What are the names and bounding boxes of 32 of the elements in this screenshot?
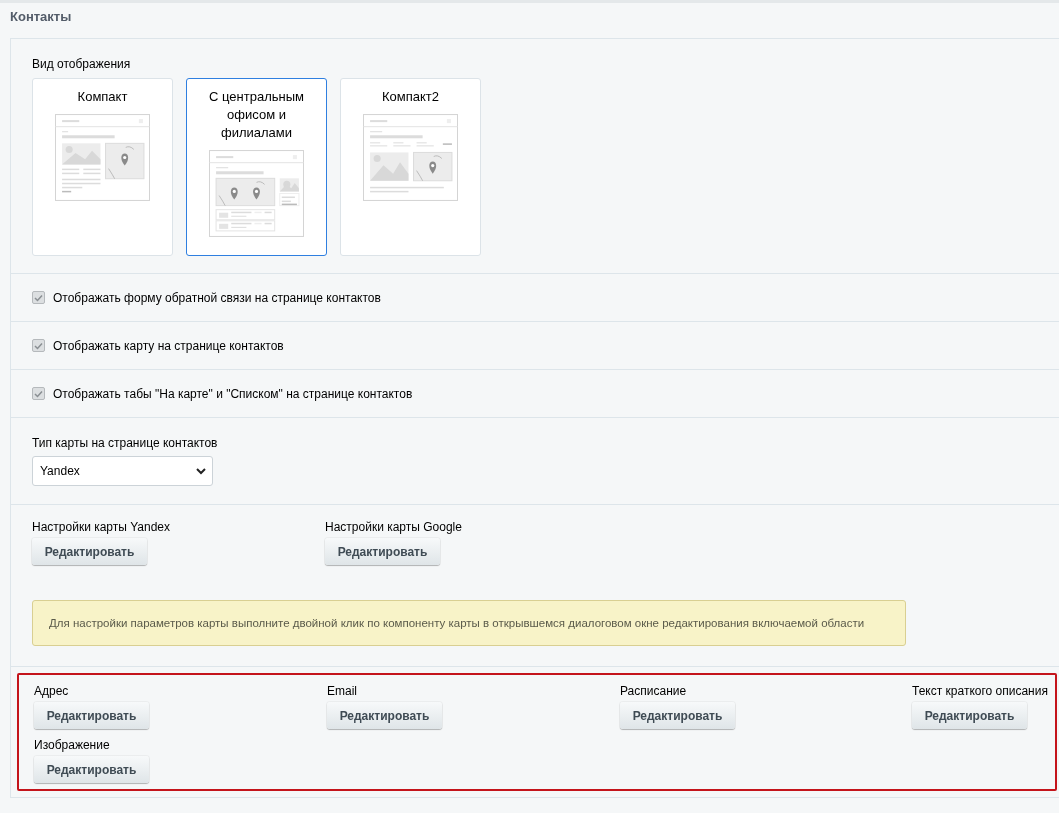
map-type-dropdown[interactable]: Yandex: [32, 456, 213, 486]
info-notice: Для настройки параметров карты выполните двойной клик по компоненту карты в открывшемся диалоговом окне редактирования включаемой области: [32, 600, 906, 646]
edit-button[interactable]: Редактировать: [912, 702, 1027, 729]
layout-option-card[interactable]: Компакт: [32, 78, 173, 256]
card-title: С центральным офисом и филиалами: [208, 88, 305, 142]
field-label: Расписание: [620, 684, 687, 698]
checkbox[interactable]: [32, 387, 45, 400]
field-label: Изображение: [34, 738, 110, 752]
edit-button[interactable]: Редактировать: [620, 702, 735, 729]
field-label: Текст краткого описания: [912, 684, 1048, 698]
field-label: Email: [327, 684, 357, 698]
checkbox-label: Отображать табы "На карте" и "Списком" на странице контактов: [53, 386, 413, 401]
checkbox-label: Отображать форму обратной связи на странице контактов: [53, 290, 381, 305]
chevron-down-icon: [196, 467, 206, 475]
checkbox[interactable]: [32, 291, 45, 304]
checkbox[interactable]: [32, 339, 45, 352]
field-label: Настройки карты Google: [325, 520, 462, 534]
edit-button[interactable]: Редактировать: [327, 702, 442, 729]
field-label: Вид отображения: [32, 57, 132, 71]
page-title: Контакты: [9, 8, 73, 26]
edit-button[interactable]: Редактировать: [32, 538, 147, 565]
layout-option-card[interactable]: С центральным офисом и филиалами: [186, 78, 327, 256]
field-label: Тип карты на странице контактов: [32, 436, 219, 450]
checkbox-label: Отображать карту на странице контактов: [53, 338, 284, 353]
card-title: Компакт: [76, 88, 129, 106]
edit-button[interactable]: Редактировать: [34, 756, 149, 783]
edit-button[interactable]: Редактировать: [325, 538, 440, 565]
field-label: Настройки карты Yandex: [32, 520, 171, 534]
edit-button[interactable]: Редактировать: [34, 702, 149, 729]
field-label: Адрес: [34, 684, 69, 698]
card-title: Компакт2: [381, 88, 440, 106]
layout-option-card[interactable]: Компакт2: [340, 78, 481, 256]
